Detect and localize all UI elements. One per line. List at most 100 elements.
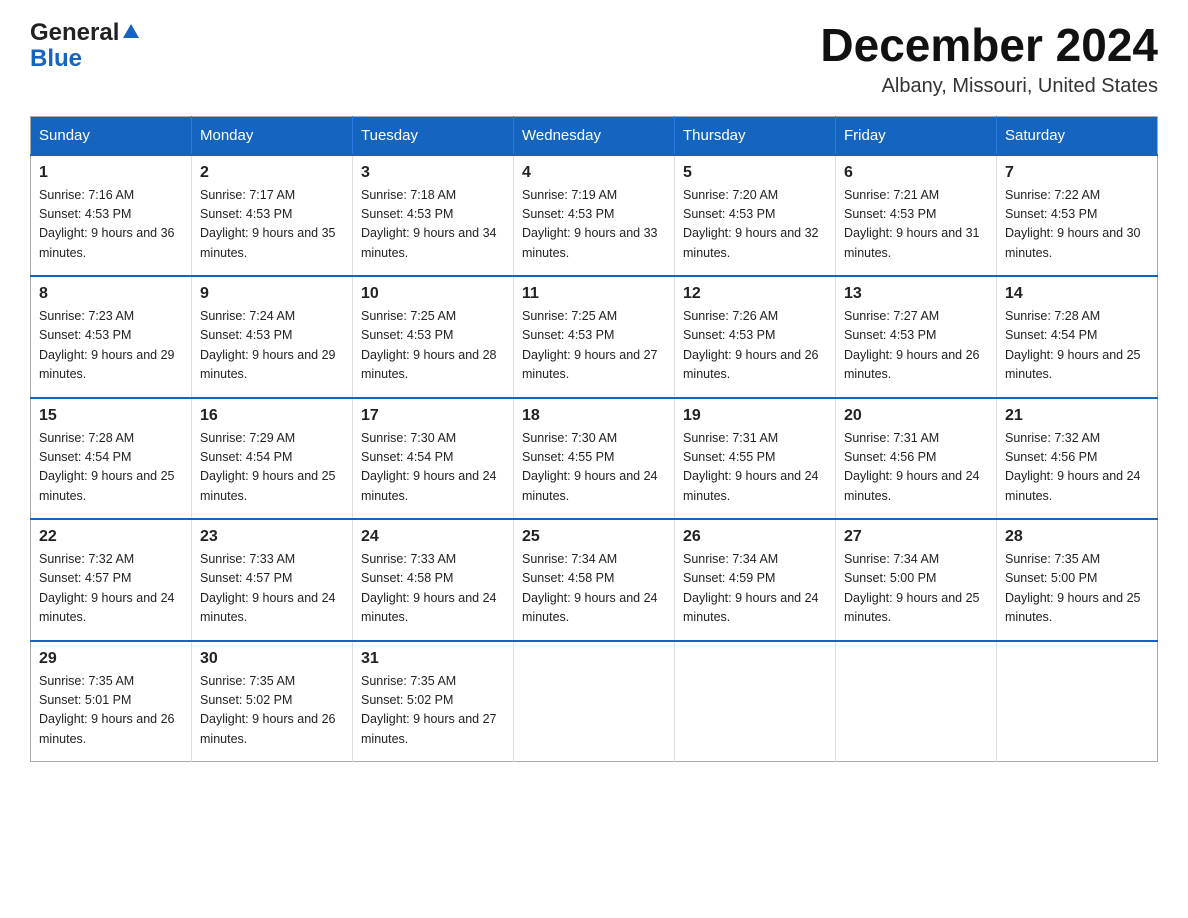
day-number: 15: [39, 407, 183, 425]
day-info: Sunrise: 7:31 AMSunset: 4:56 PMDaylight:…: [844, 431, 980, 503]
day-info: Sunrise: 7:17 AMSunset: 4:53 PMDaylight:…: [200, 188, 336, 260]
day-number: 3: [361, 164, 505, 182]
day-number: 26: [683, 528, 827, 546]
weekday-header-thursday: Thursday: [675, 116, 836, 155]
weekday-header-wednesday: Wednesday: [514, 116, 675, 155]
calendar-cell: 15 Sunrise: 7:28 AMSunset: 4:54 PMDaylig…: [31, 398, 192, 520]
calendar-cell: [514, 641, 675, 762]
calendar-cell: 23 Sunrise: 7:33 AMSunset: 4:57 PMDaylig…: [192, 519, 353, 641]
day-info: Sunrise: 7:34 AMSunset: 5:00 PMDaylight:…: [844, 552, 980, 624]
day-info: Sunrise: 7:32 AMSunset: 4:57 PMDaylight:…: [39, 552, 175, 624]
calendar-cell: 12 Sunrise: 7:26 AMSunset: 4:53 PMDaylig…: [675, 276, 836, 398]
calendar-cell: 18 Sunrise: 7:30 AMSunset: 4:55 PMDaylig…: [514, 398, 675, 520]
day-info: Sunrise: 7:35 AMSunset: 5:00 PMDaylight:…: [1005, 552, 1141, 624]
calendar-table: SundayMondayTuesdayWednesdayThursdayFrid…: [30, 116, 1158, 763]
calendar-cell: 30 Sunrise: 7:35 AMSunset: 5:02 PMDaylig…: [192, 641, 353, 762]
calendar-week-row: 29 Sunrise: 7:35 AMSunset: 5:01 PMDaylig…: [31, 641, 1158, 762]
calendar-cell: 27 Sunrise: 7:34 AMSunset: 5:00 PMDaylig…: [836, 519, 997, 641]
day-number: 31: [361, 650, 505, 668]
day-info: Sunrise: 7:32 AMSunset: 4:56 PMDaylight:…: [1005, 431, 1141, 503]
day-number: 7: [1005, 164, 1149, 182]
calendar-cell: 16 Sunrise: 7:29 AMSunset: 4:54 PMDaylig…: [192, 398, 353, 520]
calendar-cell: 29 Sunrise: 7:35 AMSunset: 5:01 PMDaylig…: [31, 641, 192, 762]
day-number: 1: [39, 164, 183, 182]
day-info: Sunrise: 7:18 AMSunset: 4:53 PMDaylight:…: [361, 188, 497, 260]
day-number: 27: [844, 528, 988, 546]
day-info: Sunrise: 7:30 AMSunset: 4:55 PMDaylight:…: [522, 431, 658, 503]
day-number: 25: [522, 528, 666, 546]
day-info: Sunrise: 7:33 AMSunset: 4:58 PMDaylight:…: [361, 552, 497, 624]
logo-blue-text: Blue: [30, 45, 82, 72]
day-number: 22: [39, 528, 183, 546]
day-number: 5: [683, 164, 827, 182]
day-info: Sunrise: 7:30 AMSunset: 4:54 PMDaylight:…: [361, 431, 497, 503]
day-number: 10: [361, 285, 505, 303]
weekday-header-friday: Friday: [836, 116, 997, 155]
day-info: Sunrise: 7:21 AMSunset: 4:53 PMDaylight:…: [844, 188, 980, 260]
weekday-header-sunday: Sunday: [31, 116, 192, 155]
calendar-cell: 3 Sunrise: 7:18 AMSunset: 4:53 PMDayligh…: [353, 155, 514, 277]
day-number: 30: [200, 650, 344, 668]
calendar-cell: 20 Sunrise: 7:31 AMSunset: 4:56 PMDaylig…: [836, 398, 997, 520]
day-number: 24: [361, 528, 505, 546]
day-info: Sunrise: 7:23 AMSunset: 4:53 PMDaylight:…: [39, 309, 175, 381]
calendar-cell: 10 Sunrise: 7:25 AMSunset: 4:53 PMDaylig…: [353, 276, 514, 398]
calendar-cell: [675, 641, 836, 762]
calendar-cell: 26 Sunrise: 7:34 AMSunset: 4:59 PMDaylig…: [675, 519, 836, 641]
day-info: Sunrise: 7:34 AMSunset: 4:59 PMDaylight:…: [683, 552, 819, 624]
day-info: Sunrise: 7:16 AMSunset: 4:53 PMDaylight:…: [39, 188, 175, 260]
day-number: 16: [200, 407, 344, 425]
day-number: 12: [683, 285, 827, 303]
day-info: Sunrise: 7:24 AMSunset: 4:53 PMDaylight:…: [200, 309, 336, 381]
day-info: Sunrise: 7:29 AMSunset: 4:54 PMDaylight:…: [200, 431, 336, 503]
calendar-cell: 9 Sunrise: 7:24 AMSunset: 4:53 PMDayligh…: [192, 276, 353, 398]
day-info: Sunrise: 7:20 AMSunset: 4:53 PMDaylight:…: [683, 188, 819, 260]
weekday-header-tuesday: Tuesday: [353, 116, 514, 155]
calendar-header-row: SundayMondayTuesdayWednesdayThursdayFrid…: [31, 116, 1158, 155]
day-number: 29: [39, 650, 183, 668]
calendar-week-row: 8 Sunrise: 7:23 AMSunset: 4:53 PMDayligh…: [31, 276, 1158, 398]
day-number: 9: [200, 285, 344, 303]
calendar-cell: 17 Sunrise: 7:30 AMSunset: 4:54 PMDaylig…: [353, 398, 514, 520]
weekday-header-monday: Monday: [192, 116, 353, 155]
day-number: 28: [1005, 528, 1149, 546]
day-number: 2: [200, 164, 344, 182]
day-info: Sunrise: 7:35 AMSunset: 5:02 PMDaylight:…: [361, 674, 497, 746]
calendar-cell: [836, 641, 997, 762]
day-number: 18: [522, 407, 666, 425]
calendar-cell: [997, 641, 1158, 762]
day-info: Sunrise: 7:35 AMSunset: 5:02 PMDaylight:…: [200, 674, 336, 746]
calendar-cell: 6 Sunrise: 7:21 AMSunset: 4:53 PMDayligh…: [836, 155, 997, 277]
day-number: 4: [522, 164, 666, 182]
calendar-cell: 14 Sunrise: 7:28 AMSunset: 4:54 PMDaylig…: [997, 276, 1158, 398]
calendar-cell: 11 Sunrise: 7:25 AMSunset: 4:53 PMDaylig…: [514, 276, 675, 398]
day-info: Sunrise: 7:27 AMSunset: 4:53 PMDaylight:…: [844, 309, 980, 381]
calendar-week-row: 1 Sunrise: 7:16 AMSunset: 4:53 PMDayligh…: [31, 155, 1158, 277]
calendar-cell: 19 Sunrise: 7:31 AMSunset: 4:55 PMDaylig…: [675, 398, 836, 520]
logo: General Blue: [30, 20, 140, 73]
day-info: Sunrise: 7:25 AMSunset: 4:53 PMDaylight:…: [361, 309, 497, 381]
day-info: Sunrise: 7:26 AMSunset: 4:53 PMDaylight:…: [683, 309, 819, 381]
day-info: Sunrise: 7:25 AMSunset: 4:53 PMDaylight:…: [522, 309, 658, 381]
day-info: Sunrise: 7:35 AMSunset: 5:01 PMDaylight:…: [39, 674, 175, 746]
day-number: 6: [844, 164, 988, 182]
calendar-cell: 4 Sunrise: 7:19 AMSunset: 4:53 PMDayligh…: [514, 155, 675, 277]
day-info: Sunrise: 7:28 AMSunset: 4:54 PMDaylight:…: [39, 431, 175, 503]
calendar-week-row: 22 Sunrise: 7:32 AMSunset: 4:57 PMDaylig…: [31, 519, 1158, 641]
day-info: Sunrise: 7:19 AMSunset: 4:53 PMDaylight:…: [522, 188, 658, 260]
day-number: 20: [844, 407, 988, 425]
calendar-cell: 7 Sunrise: 7:22 AMSunset: 4:53 PMDayligh…: [997, 155, 1158, 277]
calendar-cell: 24 Sunrise: 7:33 AMSunset: 4:58 PMDaylig…: [353, 519, 514, 641]
logo-triangle-icon: [122, 21, 140, 45]
day-info: Sunrise: 7:28 AMSunset: 4:54 PMDaylight:…: [1005, 309, 1141, 381]
weekday-header-saturday: Saturday: [997, 116, 1158, 155]
day-info: Sunrise: 7:22 AMSunset: 4:53 PMDaylight:…: [1005, 188, 1141, 260]
logo-general-text: General: [30, 20, 119, 46]
calendar-cell: 21 Sunrise: 7:32 AMSunset: 4:56 PMDaylig…: [997, 398, 1158, 520]
day-info: Sunrise: 7:33 AMSunset: 4:57 PMDaylight:…: [200, 552, 336, 624]
page-subtitle: Albany, Missouri, United States: [820, 75, 1158, 98]
calendar-cell: 5 Sunrise: 7:20 AMSunset: 4:53 PMDayligh…: [675, 155, 836, 277]
calendar-cell: 13 Sunrise: 7:27 AMSunset: 4:53 PMDaylig…: [836, 276, 997, 398]
calendar-cell: 25 Sunrise: 7:34 AMSunset: 4:58 PMDaylig…: [514, 519, 675, 641]
calendar-cell: 8 Sunrise: 7:23 AMSunset: 4:53 PMDayligh…: [31, 276, 192, 398]
